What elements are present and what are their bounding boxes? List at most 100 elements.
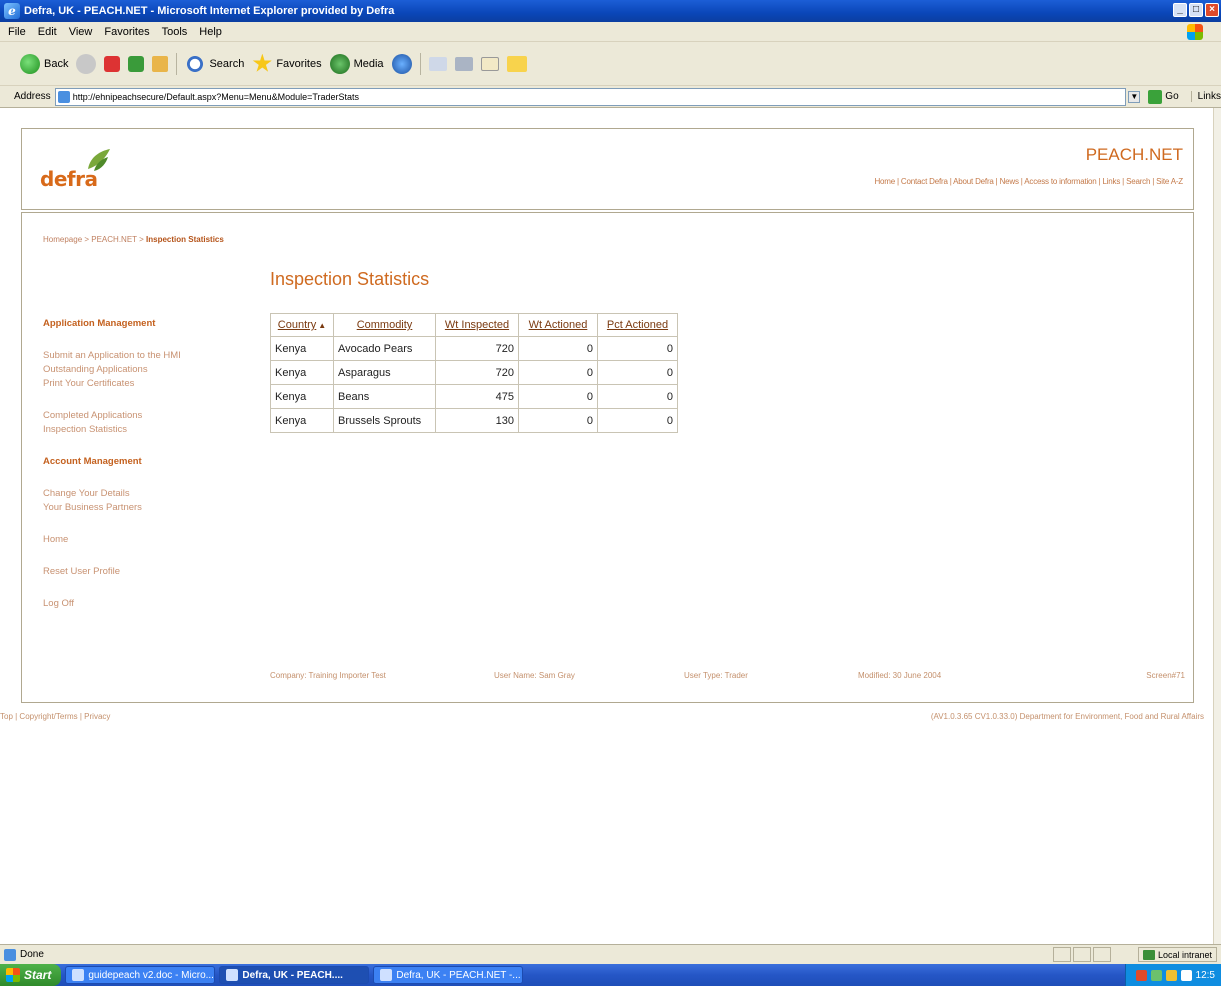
clock[interactable]: 12:5 — [1196, 970, 1215, 981]
forward-button[interactable] — [76, 53, 97, 74]
search-button[interactable]: Search — [185, 53, 244, 74]
inspection-stats-table: Country ▲ Commodity Wt Inspected Wt Actio… — [270, 313, 678, 433]
address-dropdown-button[interactable]: ▼ — [1128, 90, 1141, 103]
folder-button[interactable] — [506, 55, 527, 72]
tray-icon[interactable] — [1180, 969, 1192, 981]
sort-ascending-icon: ▲ — [318, 321, 327, 330]
breadcrumb-trail[interactable]: Homepage > PEACH.NET > — [43, 235, 146, 244]
maximize-button[interactable]: □ — [1189, 3, 1203, 17]
cell-pct-actioned: 0 — [597, 384, 678, 409]
sidebar-item-completed-applications[interactable]: Completed Applications — [43, 409, 243, 423]
address-bar: Address http://ehnipeachsecure/Default.a… — [0, 86, 1221, 108]
intranet-icon — [1142, 949, 1155, 960]
favorites-button[interactable]: Favorites — [252, 53, 322, 74]
menu-edit[interactable]: Edit — [38, 26, 57, 38]
task-label: guidepeach v2.doc - Micro... — [88, 969, 214, 981]
taskbar-item-word[interactable]: guidepeach v2.doc - Micro... — [65, 966, 216, 984]
column-header-commodity[interactable]: Commodity — [333, 313, 436, 337]
address-input[interactable]: http://ehnipeachsecure/Default.aspx?Menu… — [54, 87, 1127, 106]
sidebar-item-print-certificates[interactable]: Print Your Certificates — [43, 377, 243, 391]
tray-icon[interactable] — [1135, 969, 1147, 981]
refresh-button[interactable] — [128, 55, 145, 72]
taskbar-item-ie-active[interactable]: Defra, UK - PEACH.... — [219, 966, 370, 984]
home-button[interactable] — [152, 55, 169, 72]
column-header-country[interactable]: Country ▲ — [270, 313, 334, 337]
windows-flag-icon — [1187, 24, 1203, 40]
minimize-button[interactable]: _ — [1173, 3, 1187, 17]
sidebar-item-change-details[interactable]: Change Your Details — [43, 487, 243, 501]
ie-icon — [380, 969, 393, 981]
start-button[interactable]: Start — [0, 964, 62, 986]
column-header-wt-actioned[interactable]: Wt Actioned — [518, 313, 598, 337]
go-arrow-icon — [1148, 89, 1163, 104]
window-titlebar[interactable]: e Defra, UK - PEACH.NET - Microsoft Inte… — [0, 0, 1221, 22]
menu-help[interactable]: Help — [199, 26, 222, 38]
column-label: Country — [277, 319, 317, 331]
cell-country: Kenya — [270, 384, 334, 409]
table-row: Kenya Asparagus 720 0 0 — [270, 360, 678, 385]
sidebar-item-reset-profile[interactable]: Reset User Profile — [43, 565, 243, 579]
page-viewport: defra PEACH.NET Home | Contact Defra | A… — [0, 108, 1213, 944]
cell-country: Kenya — [270, 336, 334, 361]
zone-label: Local intranet — [1157, 949, 1212, 960]
sidebar-item-log-off[interactable]: Log Off — [43, 597, 243, 611]
sidebar-item-home[interactable]: Home — [43, 533, 243, 547]
tray-icon[interactable] — [1165, 969, 1177, 981]
cell-commodity: Asparagus — [333, 360, 436, 385]
close-button[interactable]: × — [1205, 3, 1219, 17]
menu-favorites[interactable]: Favorites — [104, 26, 149, 38]
start-label: Start — [24, 968, 52, 982]
status-text: Done — [20, 949, 44, 960]
media-button[interactable]: Media — [329, 53, 384, 74]
stop-button[interactable] — [104, 55, 121, 72]
media-icon — [329, 53, 350, 74]
vertical-scrollbar[interactable] — [1213, 108, 1221, 944]
table-row: Kenya Brussels Sprouts 130 0 0 — [270, 408, 678, 433]
tray-icon[interactable] — [1150, 969, 1162, 981]
edit-button[interactable] — [480, 56, 499, 71]
menu-view[interactable]: View — [69, 26, 93, 38]
footer-links[interactable]: Top | Copyright/Terms | Privacy — [0, 712, 110, 721]
taskbar-item-ie[interactable]: Defra, UK - PEACH.NET -... — [373, 966, 524, 984]
defra-logo[interactable]: defra — [40, 149, 130, 193]
breadcrumb-current: Inspection Statistics — [146, 235, 224, 244]
browser-toolbar: Back Search Favorites Media — [0, 42, 1221, 86]
print-button[interactable] — [454, 56, 473, 71]
address-label: Address — [14, 91, 51, 102]
sidebar-item-outstanding-applications[interactable]: Outstanding Applications — [43, 363, 243, 377]
ie-icon: e — [4, 3, 20, 19]
sidebar-item-business-partners[interactable]: Your Business Partners — [43, 501, 243, 515]
site-name: PEACH.NET — [1085, 145, 1183, 164]
windows-flag-icon — [6, 968, 20, 982]
company-info: Company: Training Importer Test — [270, 671, 386, 680]
links-button[interactable]: Links — [1190, 91, 1221, 102]
menu-tools[interactable]: Tools — [162, 26, 188, 38]
task-label: Defra, UK - PEACH.NET -... — [396, 969, 521, 981]
back-button[interactable]: Back — [20, 53, 68, 74]
cell-commodity: Brussels Sprouts — [333, 408, 436, 433]
menu-file[interactable]: File — [8, 26, 26, 38]
mail-button[interactable] — [428, 56, 447, 71]
cell-commodity: Beans — [333, 384, 436, 409]
cell-commodity: Avocado Pears — [333, 336, 436, 361]
history-button[interactable] — [391, 53, 412, 74]
user-name-info: User Name: Sam Gray — [494, 671, 575, 680]
media-label: Media — [353, 57, 384, 70]
table-row: Kenya Avocado Pears 720 0 0 — [270, 336, 678, 361]
column-header-pct-actioned[interactable]: Pct Actioned — [597, 313, 678, 337]
ie-icon — [226, 969, 239, 981]
star-icon — [252, 53, 272, 72]
logo-wordmark: defra — [40, 167, 98, 191]
site-header: defra PEACH.NET Home | Contact Defra | A… — [21, 128, 1194, 210]
go-button[interactable]: Go — [1148, 89, 1179, 104]
browser-status-bar: Done Local intranet — [0, 944, 1221, 964]
column-header-wt-inspected[interactable]: Wt Inspected — [435, 313, 519, 337]
word-doc-icon — [72, 969, 85, 981]
back-arrow-icon — [20, 53, 40, 74]
top-nav-links[interactable]: Home | Contact Defra | About Defra | New… — [874, 177, 1183, 186]
sidebar-item-submit-application[interactable]: Submit an Application to the HMI — [43, 349, 243, 363]
cell-wt-actioned: 0 — [518, 360, 598, 385]
sidebar-item-inspection-statistics[interactable]: Inspection Statistics — [43, 423, 243, 437]
